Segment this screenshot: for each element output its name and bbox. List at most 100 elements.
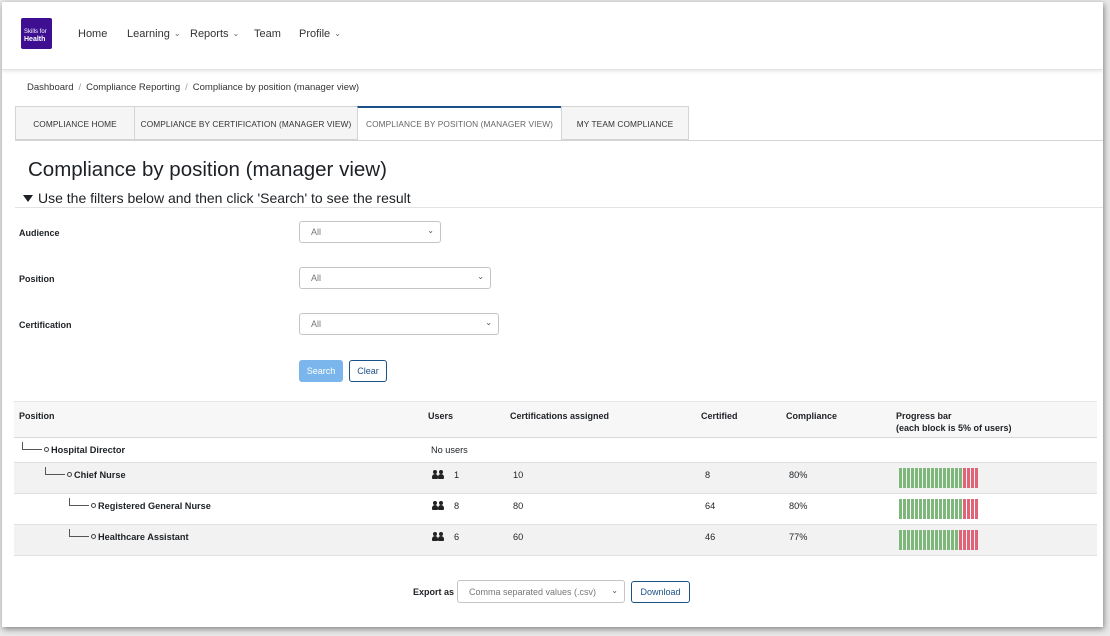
breadcrumb: Dashboard / Compliance Reporting / Complianc… (27, 82, 359, 93)
breadcrumb-compliance-reporting[interactable]: Compliance Reporting (86, 82, 180, 93)
tab-compliance-home[interactable]: COMPLIANCE HOME (15, 106, 135, 140)
progress-block-compliant (911, 468, 914, 488)
progress-block-noncompliant (971, 499, 974, 519)
certification-select-value: All (311, 319, 322, 329)
certification-select[interactable]: All ⌄ (299, 313, 499, 335)
top-navbar: Skills for Health Home Learning ⌄ Reports… (2, 2, 1103, 70)
position-cell: Registered General Nurse (69, 498, 211, 511)
export-format-select[interactable]: Comma separated values (.csv) ⌄ (457, 580, 625, 603)
progress-block-compliant (899, 530, 902, 550)
users-cell[interactable]: 1 (432, 470, 459, 480)
node-circle-icon (44, 447, 49, 452)
users-icon (432, 470, 444, 479)
progress-block-compliant (923, 499, 926, 519)
progress-block-compliant (919, 499, 922, 519)
progress-bar (899, 499, 978, 519)
certifications-assigned-cell: 60 (513, 532, 524, 542)
progress-block-compliant (951, 499, 954, 519)
tab-my-team-compliance[interactable]: MY TEAM COMPLIANCE (561, 106, 689, 140)
logo-line2: Health (24, 36, 46, 43)
header-progress-line1: Progress bar (896, 411, 952, 421)
clear-button[interactable]: Clear (349, 360, 387, 382)
certifications-assigned-cell: 80 (513, 501, 524, 511)
progress-block-noncompliant (967, 530, 970, 550)
node-circle-icon (91, 503, 96, 508)
progress-block-noncompliant (967, 499, 970, 519)
progress-block-compliant (943, 530, 946, 550)
progress-block-compliant (923, 530, 926, 550)
users-icon (432, 501, 444, 510)
compliance-cell: 80% (789, 470, 808, 480)
nav-learning-label: Learning (127, 28, 170, 40)
progress-block-compliant (943, 499, 946, 519)
progress-block-compliant (927, 530, 930, 550)
progress-block-compliant (903, 499, 906, 519)
breadcrumb-separator: / (185, 82, 188, 93)
position-name: Chief Nurse (74, 470, 126, 480)
nav-home-label: Home (78, 28, 108, 40)
nav-reports[interactable]: Reports ⌄ (190, 28, 239, 40)
progress-block-compliant (939, 468, 942, 488)
table-row: Registered General Nurse 8 80 64 80% (14, 494, 1097, 525)
progress-block-noncompliant (971, 530, 974, 550)
node-circle-icon (67, 472, 72, 477)
audience-select[interactable]: All ⌄ (299, 221, 441, 243)
position-name: Healthcare Assistant (98, 532, 189, 542)
chevron-down-icon: ⌄ (611, 586, 618, 595)
progress-block-compliant (935, 468, 938, 488)
position-label: Position (19, 274, 55, 284)
breadcrumb-dashboard[interactable]: Dashboard (27, 82, 73, 93)
progress-block-compliant (931, 468, 934, 488)
filter-toggle[interactable]: Use the filters below and then click 'Se… (23, 190, 411, 206)
audience-select-value: All (311, 227, 322, 237)
progress-block-noncompliant (975, 499, 978, 519)
table-row: Hospital Director No users (14, 438, 1097, 463)
progress-block-compliant (927, 499, 930, 519)
progress-block-compliant (911, 530, 914, 550)
nav-learning[interactable]: Learning ⌄ (127, 28, 181, 40)
chevron-down-icon: ⌄ (485, 318, 492, 327)
tree-connector-icon (69, 498, 89, 506)
progress-block-compliant (907, 530, 910, 550)
position-name: Hospital Director (51, 445, 126, 455)
progress-block-compliant (939, 499, 942, 519)
app-window: Skills for Health Home Learning ⌄ Reports… (2, 2, 1103, 627)
progress-block-compliant (947, 468, 950, 488)
tab-compliance-by-certification[interactable]: COMPLIANCE BY CERTIFICATION (MANAGER VIE… (134, 106, 358, 140)
progress-block-compliant (955, 530, 958, 550)
tab-compliance-by-position[interactable]: COMPLIANCE BY POSITION (MANAGER VIEW) (357, 106, 562, 141)
users-icon (432, 532, 444, 541)
nav-profile[interactable]: Profile ⌄ (299, 28, 341, 40)
skills-for-health-logo[interactable]: Skills for Health (21, 18, 52, 49)
users-cell[interactable]: 6 (432, 532, 459, 542)
progress-block-compliant (931, 499, 934, 519)
header-certifications-assigned: Certifications assigned (510, 411, 610, 421)
progress-block-compliant (943, 468, 946, 488)
certified-cell: 46 (705, 532, 716, 542)
export-format-value: Comma separated values (.csv) (469, 587, 597, 597)
header-certified: Certified (701, 411, 738, 421)
progress-block-compliant (959, 468, 962, 488)
header-compliance: Compliance (786, 411, 838, 421)
no-users-text: No users (431, 445, 468, 455)
node-circle-icon (91, 534, 96, 539)
page-title: Compliance by position (manager view) (28, 158, 387, 181)
progress-bar (899, 530, 978, 550)
progress-block-compliant (923, 468, 926, 488)
download-button[interactable]: Download (631, 581, 690, 603)
nav-home[interactable]: Home (78, 28, 107, 40)
users-cell[interactable]: 8 (432, 501, 459, 511)
certified-cell: 8 (705, 470, 711, 480)
progress-block-compliant (955, 499, 958, 519)
nav-team[interactable]: Team (254, 28, 281, 40)
progress-block-compliant (903, 468, 906, 488)
progress-block-compliant (935, 499, 938, 519)
position-select[interactable]: All ⌄ (299, 267, 491, 289)
tree-connector-icon (45, 467, 65, 475)
header-position: Position (19, 411, 55, 421)
search-button[interactable]: Search (299, 360, 343, 382)
progress-block-noncompliant (971, 468, 974, 488)
users-count: 6 (454, 532, 460, 542)
position-cell: Hospital Director (22, 442, 126, 455)
nav-reports-label: Reports (190, 28, 229, 40)
